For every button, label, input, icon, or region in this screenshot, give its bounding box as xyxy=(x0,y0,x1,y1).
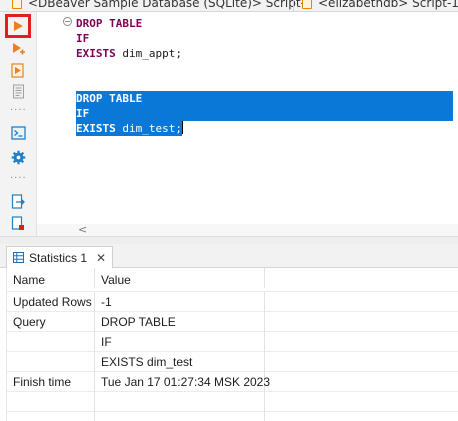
editor-horizontal-scrollbar[interactable]: < xyxy=(37,223,458,236)
play-plus-icon xyxy=(13,43,25,55)
text-caret xyxy=(181,121,183,134)
sql-text: dim_test; xyxy=(115,122,182,135)
cell-value xyxy=(95,392,265,412)
explain-plan-button[interactable] xyxy=(9,82,27,100)
statistics-grid: Name Value Updated Rows -1 Query DROP TA… xyxy=(7,268,458,421)
cell-name xyxy=(7,412,95,421)
selected-code-line: IF xyxy=(76,106,453,121)
sql-keyword: DROP TABLE xyxy=(76,17,143,30)
table-row[interactable] xyxy=(7,392,458,412)
sql-keyword: EXISTS xyxy=(76,47,116,60)
table-row[interactable]: EXISTS dim_test xyxy=(7,352,458,372)
play-icon xyxy=(14,21,23,31)
tab-label: Statistics 1 xyxy=(29,250,88,265)
sql-file-icon xyxy=(302,0,312,9)
cell-value: Tue Jan 17 01:27:34 MSK 2023 xyxy=(95,372,270,392)
file-error-icon xyxy=(11,215,24,230)
sql-file-icon xyxy=(12,0,22,9)
terminal-icon xyxy=(10,126,26,140)
table-row[interactable]: Updated Rows -1 xyxy=(7,292,458,312)
tab-label: <DBeaver Sample Database (SQLite)> Scrip… xyxy=(28,0,313,10)
tab-statistics-1[interactable]: Statistics 1 ✕ xyxy=(6,246,114,268)
scroll-left-icon[interactable]: < xyxy=(78,223,87,236)
toolbar-separator: ···· xyxy=(10,173,27,184)
script-play-icon xyxy=(11,62,24,78)
cell-name: Finish time xyxy=(7,372,95,392)
cell-value: -1 xyxy=(95,292,265,312)
code-line: DROP TABLE xyxy=(76,16,456,31)
sql-editor[interactable]: − DROP TABLE IF EXISTS dim_appt; DROP TA… xyxy=(37,12,458,224)
results-left-margin xyxy=(0,268,7,421)
cell-name xyxy=(7,352,95,372)
execute-script-button[interactable] xyxy=(9,61,27,79)
fold-collapse-icon[interactable]: − xyxy=(63,17,72,26)
settings-button[interactable] xyxy=(9,148,27,166)
column-header-value[interactable]: Value xyxy=(95,268,265,288)
results-tab-bar: Statistics 1 ✕ xyxy=(0,244,458,268)
cell-value: DROP TABLE xyxy=(95,312,265,332)
open-terminal-button[interactable] xyxy=(9,124,27,142)
cell-name xyxy=(7,392,95,412)
export-button[interactable] xyxy=(9,192,27,210)
tab-label: <elizabethdb> Script-12 xyxy=(318,0,458,10)
code-line: EXISTS dim_appt; xyxy=(76,46,456,61)
sql-keyword: IF xyxy=(76,32,90,45)
sql-keyword: IF xyxy=(76,107,90,120)
editor-tab-strip: <DBeaver Sample Database (SQLite)> Scrip… xyxy=(0,0,458,12)
cell-value: IF xyxy=(95,332,265,352)
table-row[interactable]: IF xyxy=(7,332,458,352)
close-icon[interactable]: ✕ xyxy=(96,251,106,265)
document-icon xyxy=(12,84,24,98)
cell-value: EXISTS dim_test xyxy=(95,352,265,372)
gear-icon xyxy=(11,150,25,164)
sql-keyword: DROP TABLE xyxy=(76,92,143,105)
export-icon xyxy=(11,193,25,209)
sql-text: dim_appt; xyxy=(115,47,182,60)
grid-icon xyxy=(13,252,24,263)
cell-name: Query xyxy=(7,312,95,332)
panel-divider[interactable] xyxy=(0,236,458,244)
table-row[interactable] xyxy=(7,412,458,421)
table-row[interactable]: Query DROP TABLE xyxy=(7,312,458,332)
execute-in-new-tab-button[interactable] xyxy=(9,40,27,58)
toolbar-separator: ···· xyxy=(10,105,27,116)
selected-code-line: EXISTS dim_test; xyxy=(76,121,456,136)
editor-gutter: − xyxy=(37,12,73,224)
table-row[interactable]: Finish time Tue Jan 17 01:27:34 MSK 2023 xyxy=(7,372,458,392)
sql-keyword: EXISTS xyxy=(76,122,116,135)
error-log-button[interactable] xyxy=(9,214,27,232)
table-header-row: Name Value xyxy=(7,268,458,292)
sql-editor-toolbar: ···· ···· xyxy=(0,12,37,236)
tab-separator xyxy=(293,0,294,11)
column-header-name[interactable]: Name xyxy=(7,268,95,288)
tab-script-12[interactable]: <elizabethdb> Script-12 xyxy=(302,0,458,11)
code-line: IF xyxy=(76,31,456,46)
cell-name xyxy=(7,332,95,352)
cell-name: Updated Rows xyxy=(7,292,95,312)
execute-statement-button[interactable] xyxy=(5,14,31,38)
selected-code-line: DROP TABLE xyxy=(76,91,453,106)
tab-script-9[interactable]: <DBeaver Sample Database (SQLite)> Scrip… xyxy=(12,0,313,11)
cell-value xyxy=(95,412,265,421)
sql-code[interactable]: DROP TABLE IF EXISTS dim_appt; DROP TABL… xyxy=(76,16,456,136)
